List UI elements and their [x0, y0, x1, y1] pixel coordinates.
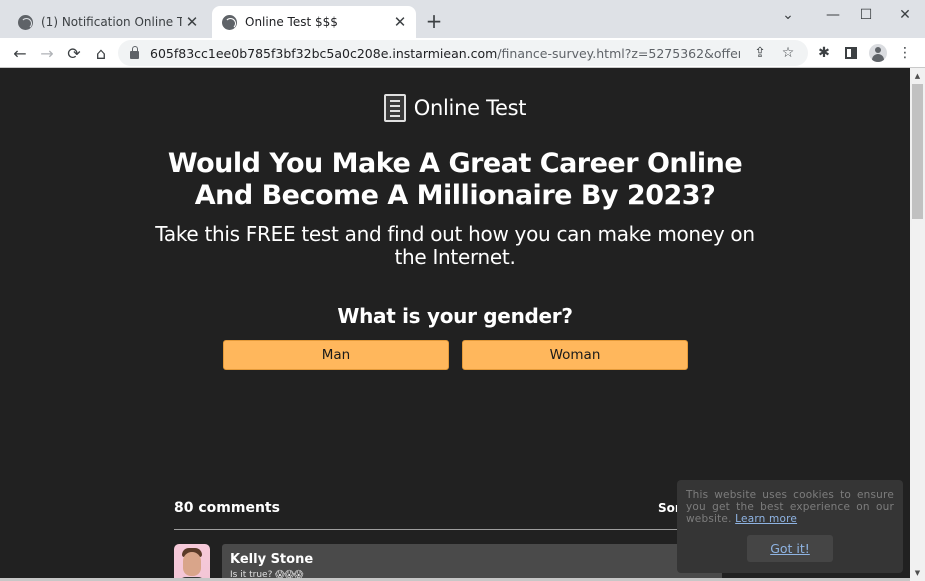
close-tab-icon[interactable]: ✕ — [390, 12, 410, 32]
site-logo: Online Test — [0, 94, 910, 122]
reload-button[interactable]: ⟳ — [62, 41, 86, 65]
home-button[interactable]: ⌂ — [89, 41, 113, 65]
extensions-icon[interactable]: ✱ — [814, 43, 834, 63]
tab-title: (1) Notification Online Test $$$ — [41, 15, 182, 29]
url-host: 605f83cc1ee0b785f3bf32bc5a0c208e.instarm… — [150, 45, 498, 61]
maximize-button[interactable]: ☐ — [846, 2, 886, 28]
close-window-button[interactable]: ✕ — [885, 2, 925, 28]
bookmark-star-icon[interactable]: ☆ — [778, 43, 798, 63]
page-scrollbar[interactable]: ▲ ▼ — [910, 68, 925, 581]
logo-text: Online Test — [413, 96, 527, 120]
tab-notification[interactable]: (1) Notification Online Test $$$ ✕ — [8, 6, 208, 38]
close-tab-icon[interactable]: ✕ — [182, 12, 202, 32]
share-icon[interactable]: ⇪ — [750, 43, 770, 63]
new-tab-button[interactable]: + — [423, 9, 445, 33]
globe-icon — [222, 14, 237, 30]
scroll-up-arrow-icon[interactable]: ▲ — [910, 69, 925, 83]
browser-window: (1) Notification Online Test $$$ ✕ Onlin… — [0, 0, 925, 581]
answer-man-button[interactable]: Man — [223, 340, 449, 370]
cookie-banner: This website uses cookies to ensure you … — [677, 480, 903, 573]
tab-strip: (1) Notification Online Test $$$ ✕ Onlin… — [0, 0, 925, 38]
url-text[interactable]: 605f83cc1ee0b785f3bf32bc5a0c208e.instarm… — [150, 46, 740, 61]
browser-toolbar: ← → ⟳ ⌂ 605f83cc1ee0b785f3bf32bc5a0c208e… — [0, 38, 925, 68]
url-path: /finance-survey.html?z=5275362&offer_id=… — [497, 45, 740, 61]
answer-woman-button[interactable]: Woman — [462, 340, 688, 370]
globe-icon — [18, 14, 33, 30]
back-button[interactable]: ← — [8, 41, 32, 65]
tab-online-test[interactable]: Online Test $$$ ✕ — [212, 6, 416, 38]
address-bar[interactable]: 605f83cc1ee0b785f3bf32bc5a0c208e.instarm… — [118, 40, 808, 66]
browser-menu-icon[interactable]: ⋮ — [895, 43, 915, 63]
comment-avatar — [174, 544, 210, 581]
comments-divider — [174, 529, 714, 530]
scroll-down-arrow-icon[interactable]: ▼ — [910, 566, 925, 580]
side-panel-icon[interactable] — [841, 43, 861, 63]
tab-title: Online Test $$$ — [245, 15, 338, 29]
survey-question: What is your gender? — [337, 304, 573, 328]
checklist-icon — [383, 94, 406, 122]
profile-avatar-icon[interactable] — [868, 43, 888, 63]
lock-icon[interactable] — [130, 46, 139, 59]
page-content: Online Test Would You Make A Great Caree… — [0, 68, 910, 581]
comments-count: 80 comments — [174, 500, 280, 516]
forward-button[interactable]: → — [35, 41, 59, 65]
page-subheadline: Take this FREE test and find out how you… — [155, 222, 755, 269]
tab-search-icon[interactable]: ⌄ — [768, 2, 808, 28]
cookie-accept-button[interactable]: Got it! — [747, 535, 833, 562]
page-headline: Would You Make A Great Career Online And… — [167, 148, 743, 211]
comment-author: Kelly Stone — [230, 552, 314, 567]
learn-more-link[interactable]: Learn more — [735, 513, 797, 525]
scroll-thumb[interactable] — [912, 84, 923, 219]
cookie-message: This website uses cookies to ensure you … — [686, 489, 894, 525]
